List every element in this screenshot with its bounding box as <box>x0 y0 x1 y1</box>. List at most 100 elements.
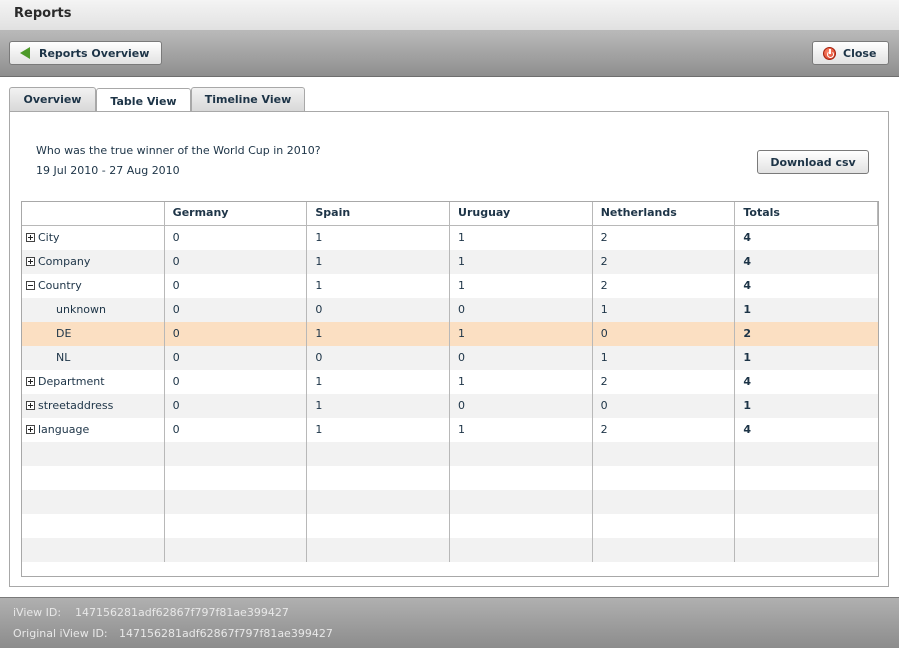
tab-timeline-view[interactable]: Timeline View <box>191 87 305 111</box>
column-header-spain[interactable]: Spain <box>307 202 451 225</box>
table-row[interactable]: unknown 0 0 0 1 1 <box>22 298 878 322</box>
empty-cell <box>735 442 878 466</box>
value-cell: 0 <box>593 394 736 418</box>
empty-cell <box>735 514 878 538</box>
empty-cell <box>22 442 165 466</box>
row-label: streetaddress <box>38 399 114 412</box>
value-cell: 1 <box>593 298 736 322</box>
iview-id-label: iView ID: <box>13 606 62 619</box>
table-row[interactable]: City 0 1 1 2 4 <box>22 226 878 250</box>
value-cell: 0 <box>165 250 308 274</box>
table-view-panel: Who was the true winner of the World Cup… <box>9 111 889 587</box>
value-cell: 1 <box>307 394 450 418</box>
value-cell: 0 <box>307 346 451 370</box>
value-cell: 0 <box>450 346 593 370</box>
value-cell: 1 <box>307 370 450 394</box>
row-label-cell: language <box>22 418 165 442</box>
empty-cell <box>450 514 593 538</box>
total-cell: 4 <box>743 279 751 292</box>
value-cell: 1 <box>450 322 593 346</box>
value-cell: 0 <box>307 298 451 322</box>
value-cell: 1 <box>307 226 450 250</box>
value-cell: 2 <box>593 250 736 274</box>
table-row[interactable]: streetaddress 0 1 0 0 1 <box>22 394 878 418</box>
empty-cell <box>307 442 450 466</box>
expand-icon[interactable] <box>26 377 35 386</box>
row-label: Department <box>38 375 105 388</box>
total-cell: 4 <box>743 231 751 244</box>
value-cell: 1 <box>450 250 593 274</box>
empty-cell <box>450 466 593 490</box>
total-cell: 1 <box>743 399 751 412</box>
total-cell: 4 <box>743 255 751 268</box>
row-label: DE <box>56 327 72 340</box>
empty-cell <box>307 514 450 538</box>
expand-icon[interactable] <box>26 257 35 266</box>
table-body: City 0 1 1 2 4 Company 0 1 1 2 4 Country 0 1 1 2 4 unknown… <box>22 226 878 562</box>
tab-table-view[interactable]: Table View <box>96 88 191 113</box>
original-iview-id-label: Original iView ID: <box>13 627 108 640</box>
footer: iView ID: 147156281adf62867f797f81ae3994… <box>0 597 899 648</box>
row-label-cell: City <box>22 226 165 250</box>
column-header-category[interactable] <box>22 202 165 225</box>
row-label: Country <box>38 279 82 292</box>
power-icon <box>823 46 836 60</box>
title-bar: Reports <box>0 0 899 31</box>
reports-overview-button[interactable]: Reports Overview <box>9 41 162 65</box>
empty-cell <box>735 466 878 490</box>
column-header-netherlands[interactable]: Netherlands <box>593 202 736 225</box>
value-cell: 1 <box>450 418 593 442</box>
table-row[interactable]: NL 0 0 0 1 1 <box>22 346 878 370</box>
table-row[interactable]: Country 0 1 1 2 4 <box>22 274 878 298</box>
row-label: City <box>38 231 60 244</box>
tab-overview[interactable]: Overview <box>9 87 96 111</box>
expand-icon[interactable] <box>26 425 35 434</box>
collapse-icon[interactable] <box>26 281 35 290</box>
table-row[interactable]: Company 0 1 1 2 4 <box>22 250 878 274</box>
value-cell: 0 <box>593 322 736 346</box>
report-question: Who was the true winner of the World Cup… <box>36 144 321 157</box>
total-cell: 1 <box>743 303 751 316</box>
value-cell: 0 <box>165 274 308 298</box>
empty-cell <box>22 490 165 514</box>
table-row[interactable]: language 0 1 1 2 4 <box>22 418 878 442</box>
row-label: NL <box>56 351 71 364</box>
empty-row <box>22 514 878 538</box>
row-label: Company <box>38 255 91 268</box>
column-header-uruguay[interactable]: Uruguay <box>450 202 593 225</box>
download-csv-button[interactable]: Download csv <box>757 150 869 174</box>
empty-row <box>22 466 878 490</box>
row-label-cell: Department <box>22 370 165 394</box>
table-header: Germany Spain Uruguay Netherlands Totals <box>22 202 878 226</box>
empty-cell <box>593 466 736 490</box>
column-header-totals[interactable]: Totals <box>735 202 878 225</box>
results-table: Germany Spain Uruguay Netherlands Totals… <box>21 201 879 577</box>
value-cell: 1 <box>450 226 593 250</box>
expand-icon[interactable] <box>26 233 35 242</box>
value-cell: 0 <box>165 394 308 418</box>
empty-row <box>22 490 878 514</box>
close-label: Close <box>843 46 877 60</box>
empty-row <box>22 442 878 466</box>
close-button[interactable]: Close <box>812 41 889 65</box>
value-cell: 0 <box>450 394 593 418</box>
value-cell: 0 <box>165 418 308 442</box>
expand-icon[interactable] <box>26 401 35 410</box>
empty-cell <box>165 538 308 562</box>
value-cell: 1 <box>593 346 736 370</box>
empty-cell <box>593 490 736 514</box>
empty-cell <box>307 490 450 514</box>
empty-cell <box>735 538 878 562</box>
original-iview-id-value: 147156281adf62867f797f81ae399427 <box>119 627 333 640</box>
total-cell: 4 <box>743 423 751 436</box>
table-row[interactable]: DE 0 1 1 0 2 <box>22 322 878 346</box>
value-cell: 2 <box>593 226 736 250</box>
value-cell: 0 <box>450 298 593 322</box>
value-cell: 2 <box>593 370 736 394</box>
table-row[interactable]: Department 0 1 1 2 4 <box>22 370 878 394</box>
empty-cell <box>450 442 593 466</box>
empty-cell <box>735 490 878 514</box>
empty-cell <box>165 514 308 538</box>
column-header-germany[interactable]: Germany <box>165 202 308 225</box>
value-cell: 0 <box>165 370 308 394</box>
